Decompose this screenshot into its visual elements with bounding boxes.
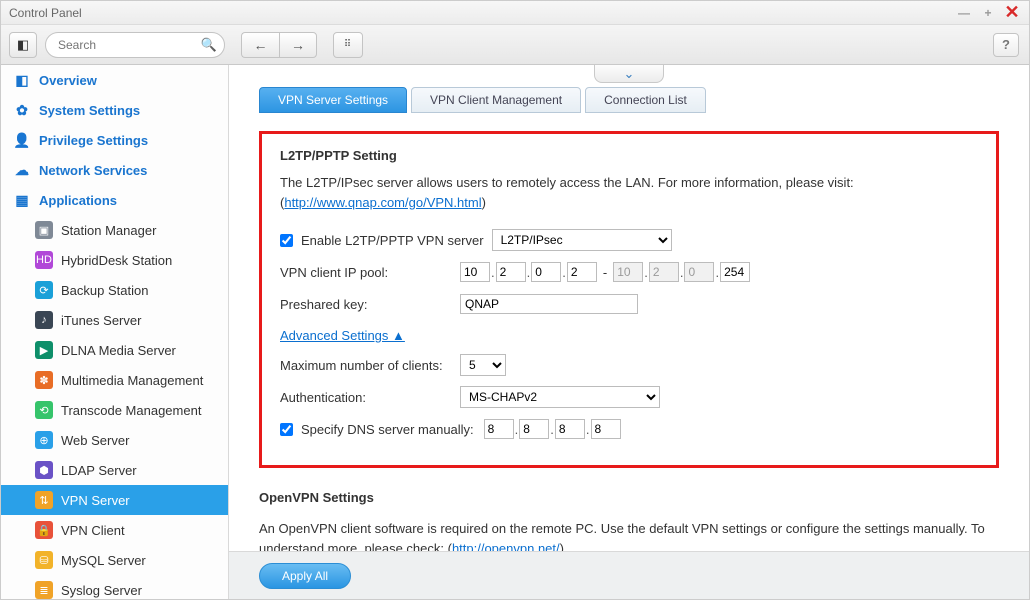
sidebar-item-web-server[interactable]: ⊕Web Server <box>1 425 228 455</box>
ldap-icon: ⬢ <box>35 461 53 479</box>
sidebar-item-itunes-server[interactable]: ♪iTunes Server <box>1 305 228 335</box>
nav-group: ← → <box>241 32 317 58</box>
minimize-button[interactable]: — <box>955 4 973 22</box>
toolbar: ◧ 🔍 ← → ⠿ ? <box>1 25 1029 65</box>
sidebar-item-vpn-client[interactable]: 🔒VPN Client <box>1 515 228 545</box>
ip-end-3 <box>684 262 714 282</box>
sidebar-item-station-manager[interactable]: ▣Station Manager <box>1 215 228 245</box>
openvpn-section-title: OpenVPN Settings <box>259 490 999 505</box>
auth-select[interactable]: MS-CHAPv2 <box>460 386 660 408</box>
footer: Apply All <box>229 551 1029 599</box>
panel-scroll[interactable]: L2TP/PPTP Setting The L2TP/IPsec server … <box>229 113 1029 551</box>
l2tp-section-title: L2TP/PPTP Setting <box>280 148 978 163</box>
vpn-server-icon: ⇅ <box>35 491 53 509</box>
user-icon: 👤 <box>13 132 31 149</box>
expand-handle[interactable]: ⌄ <box>594 65 664 83</box>
dns-1[interactable] <box>484 419 514 439</box>
forward-button[interactable]: → <box>279 32 317 58</box>
sidebar-item-transcode-management[interactable]: ⟲Transcode Management <box>1 395 228 425</box>
vpn-client-icon: 🔒 <box>35 521 53 539</box>
l2tp-description: The L2TP/IPsec server allows users to re… <box>280 173 978 212</box>
window-title: Control Panel <box>9 6 82 20</box>
content-area: ⌄ VPN Server Settings VPN Client Managem… <box>229 65 1029 599</box>
back-button[interactable]: ← <box>241 32 279 58</box>
station-manager-icon: ▣ <box>35 221 53 239</box>
auth-label: Authentication: <box>280 390 460 405</box>
chevron-down-icon: ⌄ <box>624 66 635 82</box>
overview-icon: ◧ <box>13 72 31 89</box>
apps-icon: ▦ <box>13 192 31 209</box>
syslog-icon: ≣ <box>35 581 53 599</box>
sidebar[interactable]: ◧Overview ✿System Settings 👤Privilege Se… <box>1 65 229 599</box>
advanced-settings-toggle[interactable]: Advanced Settings ▲ <box>280 328 405 343</box>
dns-label: Specify DNS server manually: <box>301 422 474 437</box>
transcode-icon: ⟲ <box>35 401 53 419</box>
multimedia-icon: ✽ <box>35 371 53 389</box>
ip-end-4[interactable] <box>720 262 750 282</box>
sidebar-item-multimedia-management[interactable]: ✽Multimedia Management <box>1 365 228 395</box>
dns-4[interactable] <box>591 419 621 439</box>
ip-start-4[interactable] <box>567 262 597 282</box>
dns-2[interactable] <box>519 419 549 439</box>
ip-pool-label: VPN client IP pool: <box>280 265 460 280</box>
tab-connection-list[interactable]: Connection List <box>585 87 706 113</box>
tab-vpn-server-settings[interactable]: VPN Server Settings <box>259 87 407 113</box>
tab-vpn-client-management[interactable]: VPN Client Management <box>411 87 581 113</box>
control-panel-window: Control Panel — + ✕ ◧ 🔍 ← → ⠿ ? ◧Overvie… <box>0 0 1030 600</box>
sidebar-cat-system-settings[interactable]: ✿System Settings <box>1 95 228 125</box>
itunes-icon: ♪ <box>35 311 53 329</box>
sidebar-cat-overview[interactable]: ◧Overview <box>1 65 228 95</box>
sidebar-item-mysql-server[interactable]: ⛁MySQL Server <box>1 545 228 575</box>
sidebar-item-backup-station[interactable]: ⟳Backup Station <box>1 275 228 305</box>
sidebar-item-vpn-server[interactable]: ⇅VPN Server <box>1 485 228 515</box>
sidebar-toggle-button[interactable]: ◧ <box>9 32 37 58</box>
vpn-type-select[interactable]: L2TP/IPsec <box>492 229 672 251</box>
help-button[interactable]: ? <box>993 33 1019 57</box>
max-clients-label: Maximum number of clients: <box>280 358 460 373</box>
sidebar-cat-network-services[interactable]: ☁Network Services <box>1 155 228 185</box>
psk-input[interactable] <box>460 294 638 314</box>
web-icon: ⊕ <box>35 431 53 449</box>
ip-start-2[interactable] <box>496 262 526 282</box>
psk-label: Preshared key: <box>280 297 460 312</box>
search-icon: 🔍 <box>201 37 217 53</box>
sidebar-item-dlna-media-server[interactable]: ▶DLNA Media Server <box>1 335 228 365</box>
openvpn-description: An OpenVPN client software is required o… <box>259 519 999 551</box>
dns-manual-checkbox[interactable] <box>280 423 293 436</box>
cloud-icon: ☁ <box>13 162 31 179</box>
close-button[interactable]: ✕ <box>1003 4 1021 22</box>
ip-start-1[interactable] <box>460 262 490 282</box>
ip-end-1 <box>613 262 643 282</box>
maximize-button[interactable]: + <box>979 4 997 22</box>
gear-icon: ✿ <box>13 102 31 119</box>
apply-all-button[interactable]: Apply All <box>259 563 351 589</box>
sidebar-item-hybriddesk-station[interactable]: HDHybridDesk Station <box>1 245 228 275</box>
panel-icon: ◧ <box>17 37 29 53</box>
openvpn-link[interactable]: http://openvpn.net/ <box>452 541 560 552</box>
l2tp-highlight-box: L2TP/PPTP Setting The L2TP/IPsec server … <box>259 131 999 468</box>
ip-start-3[interactable] <box>531 262 561 282</box>
sidebar-cat-applications[interactable]: ▦Applications <box>1 185 228 215</box>
sidebar-item-ldap-server[interactable]: ⬢LDAP Server <box>1 455 228 485</box>
titlebar: Control Panel — + ✕ <box>1 1 1029 25</box>
tab-bar: VPN Server Settings VPN Client Managemen… <box>259 87 1029 113</box>
enable-l2tp-checkbox[interactable] <box>280 234 293 247</box>
max-clients-select[interactable]: 5 <box>460 354 506 376</box>
sidebar-cat-privilege-settings[interactable]: 👤Privilege Settings <box>1 125 228 155</box>
mysql-icon: ⛁ <box>35 551 53 569</box>
l2tp-info-link[interactable]: http://www.qnap.com/go/VPN.html <box>284 195 481 210</box>
sidebar-item-syslog-server[interactable]: ≣Syslog Server <box>1 575 228 599</box>
grid-view-button[interactable]: ⠿ <box>333 32 363 58</box>
enable-l2tp-label: Enable L2TP/PPTP VPN server <box>301 233 484 248</box>
search-input[interactable] <box>45 32 225 58</box>
ip-end-2 <box>649 262 679 282</box>
dlna-icon: ▶ <box>35 341 53 359</box>
backup-icon: ⟳ <box>35 281 53 299</box>
hybriddesk-icon: HD <box>35 251 53 269</box>
dns-3[interactable] <box>555 419 585 439</box>
